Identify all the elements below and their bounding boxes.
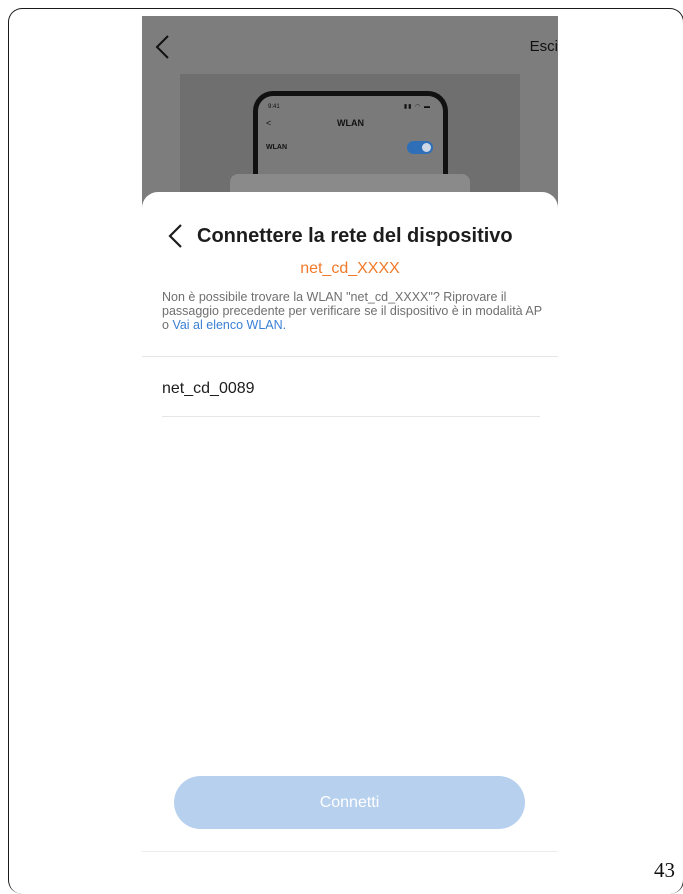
mock-wlan-label: WLAN	[266, 144, 287, 151]
network-name: net_cd_0089	[162, 380, 255, 397]
page-number: 43	[654, 858, 675, 882]
help-text: Non è possibile trovare la WLAN "net_cd_…	[162, 290, 542, 332]
divider	[142, 356, 558, 357]
sheet-title: Connettere la rete del dispositivo	[197, 225, 513, 247]
divider	[142, 851, 558, 852]
back-chevron-icon[interactable]	[166, 223, 186, 249]
mock-card	[230, 174, 470, 194]
back-arrow-icon[interactable]	[152, 34, 174, 60]
exit-button[interactable]: Esci	[530, 38, 558, 55]
mock-toggle-icon	[407, 141, 433, 154]
bottom-sheet: Connettere la rete del dispositivo net_c…	[142, 192, 558, 887]
ssid-pattern: net_cd_XXXX	[300, 260, 400, 277]
mock-title: WLAN	[337, 118, 364, 128]
wlan-list-link[interactable]: Vai al elenco WLAN.	[172, 318, 286, 332]
connect-button[interactable]: Connetti	[174, 776, 525, 829]
mock-time: 9:41	[268, 104, 280, 110]
divider	[162, 416, 540, 417]
status-icons: ▮▮ ◠ ▬	[403, 104, 431, 110]
list-item[interactable]: net_cd_0089	[162, 372, 540, 417]
phone-screen: Esci 9:41 ▮▮ ◠ ▬ < WLAN WLAN Connettere …	[142, 16, 558, 887]
